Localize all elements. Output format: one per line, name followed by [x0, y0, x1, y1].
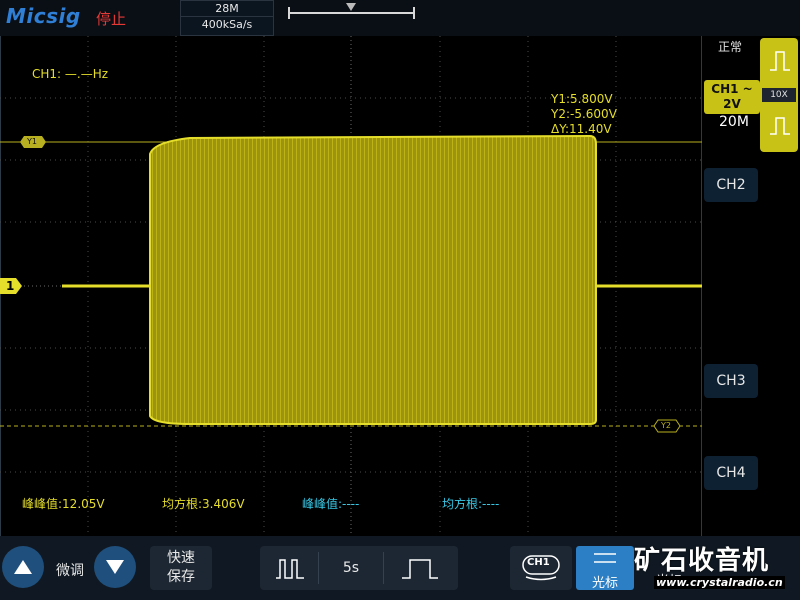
watermark-text: 矿石收音机: [634, 546, 770, 576]
cursor-y2-value: Y2:-5.600V: [551, 107, 617, 121]
watermark-url: www.crystalradio.cn: [654, 576, 785, 589]
fine-down-button[interactable]: [94, 546, 136, 588]
ch4-channel-button[interactable]: CH4: [704, 456, 758, 490]
triangle-up-icon: [14, 560, 32, 574]
trigger-position-marker-icon[interactable]: [346, 3, 356, 11]
divider: [318, 552, 319, 584]
ch1-marker-label: 1: [6, 279, 15, 293]
bandwidth-limit: 20M: [719, 114, 749, 130]
quick-save-button[interactable]: 快速 保存: [150, 546, 212, 590]
ch2-channel-button[interactable]: CH2: [704, 168, 758, 202]
acquisition-info[interactable]: 28M 400kSa/s: [180, 0, 274, 36]
cursor-delta-value: ΔY:11.40V: [551, 122, 612, 136]
ch1-burst-envelope: [150, 136, 596, 424]
ch1-button-label: CH1: [527, 557, 550, 568]
memory-depth: 28M: [215, 2, 239, 15]
run-stop-status[interactable]: 停止: [96, 8, 126, 29]
measurement-ch1-rms[interactable]: 均方根:3.406V: [162, 495, 245, 512]
sample-rate: 400kSa/s: [201, 18, 253, 31]
probe-ratio[interactable]: 10X: [762, 88, 796, 102]
trigger-position-end: [413, 7, 415, 19]
narrow-pulse-icon: [276, 559, 304, 579]
cursor-y1-value: Y1:5.800V: [551, 92, 613, 106]
fine-up-button[interactable]: [2, 546, 44, 588]
cursor-button-label: 光标: [591, 576, 618, 591]
fine-adjust-label: 微调: [56, 563, 84, 579]
measurement-ch1-vpp[interactable]: 峰峰值:12.05V: [22, 495, 105, 512]
timebase-increase-button[interactable]: [386, 548, 456, 588]
ch1-probe-icon: [522, 555, 560, 581]
timebase-decrease-button[interactable]: [262, 548, 318, 588]
ch1-name: CH1 ~: [711, 82, 753, 96]
trigger-position-slider[interactable]: [288, 12, 414, 14]
ch1-scale: 2V: [723, 97, 741, 111]
quick-save-label-1: 快速: [167, 550, 195, 566]
brand-logo: Micsig: [6, 4, 81, 28]
measurement-ch2-rms[interactable]: 均方根:----: [442, 495, 499, 512]
cursor-button[interactable]: 光标: [576, 546, 634, 591]
cursor-readout: Y1:5.800V Y2:-5.600V ΔY:11.40V: [551, 92, 617, 137]
timebase-value[interactable]: 5s: [320, 548, 382, 588]
cursor-y2-tag-label: Y2: [661, 421, 671, 430]
cursor-lines-icon: [594, 553, 616, 563]
divider: [383, 552, 384, 584]
channel-select-button[interactable]: CH1: [510, 546, 572, 590]
ch1-channel-button[interactable]: CH1 ~ 2V: [704, 80, 760, 114]
triangle-down-icon: [106, 560, 124, 574]
trigger-mode[interactable]: 正常: [718, 38, 742, 55]
quick-save-label-2: 保存: [167, 569, 195, 585]
cursor-y1-tag-label: Y1: [27, 137, 37, 146]
measurement-ch2-vpp[interactable]: 峰峰值:----: [302, 495, 359, 512]
ch3-channel-button[interactable]: CH3: [704, 364, 758, 398]
ch1-frequency-readout: CH1: —.—Hz: [32, 67, 109, 81]
wide-pulse-icon: [402, 559, 438, 579]
